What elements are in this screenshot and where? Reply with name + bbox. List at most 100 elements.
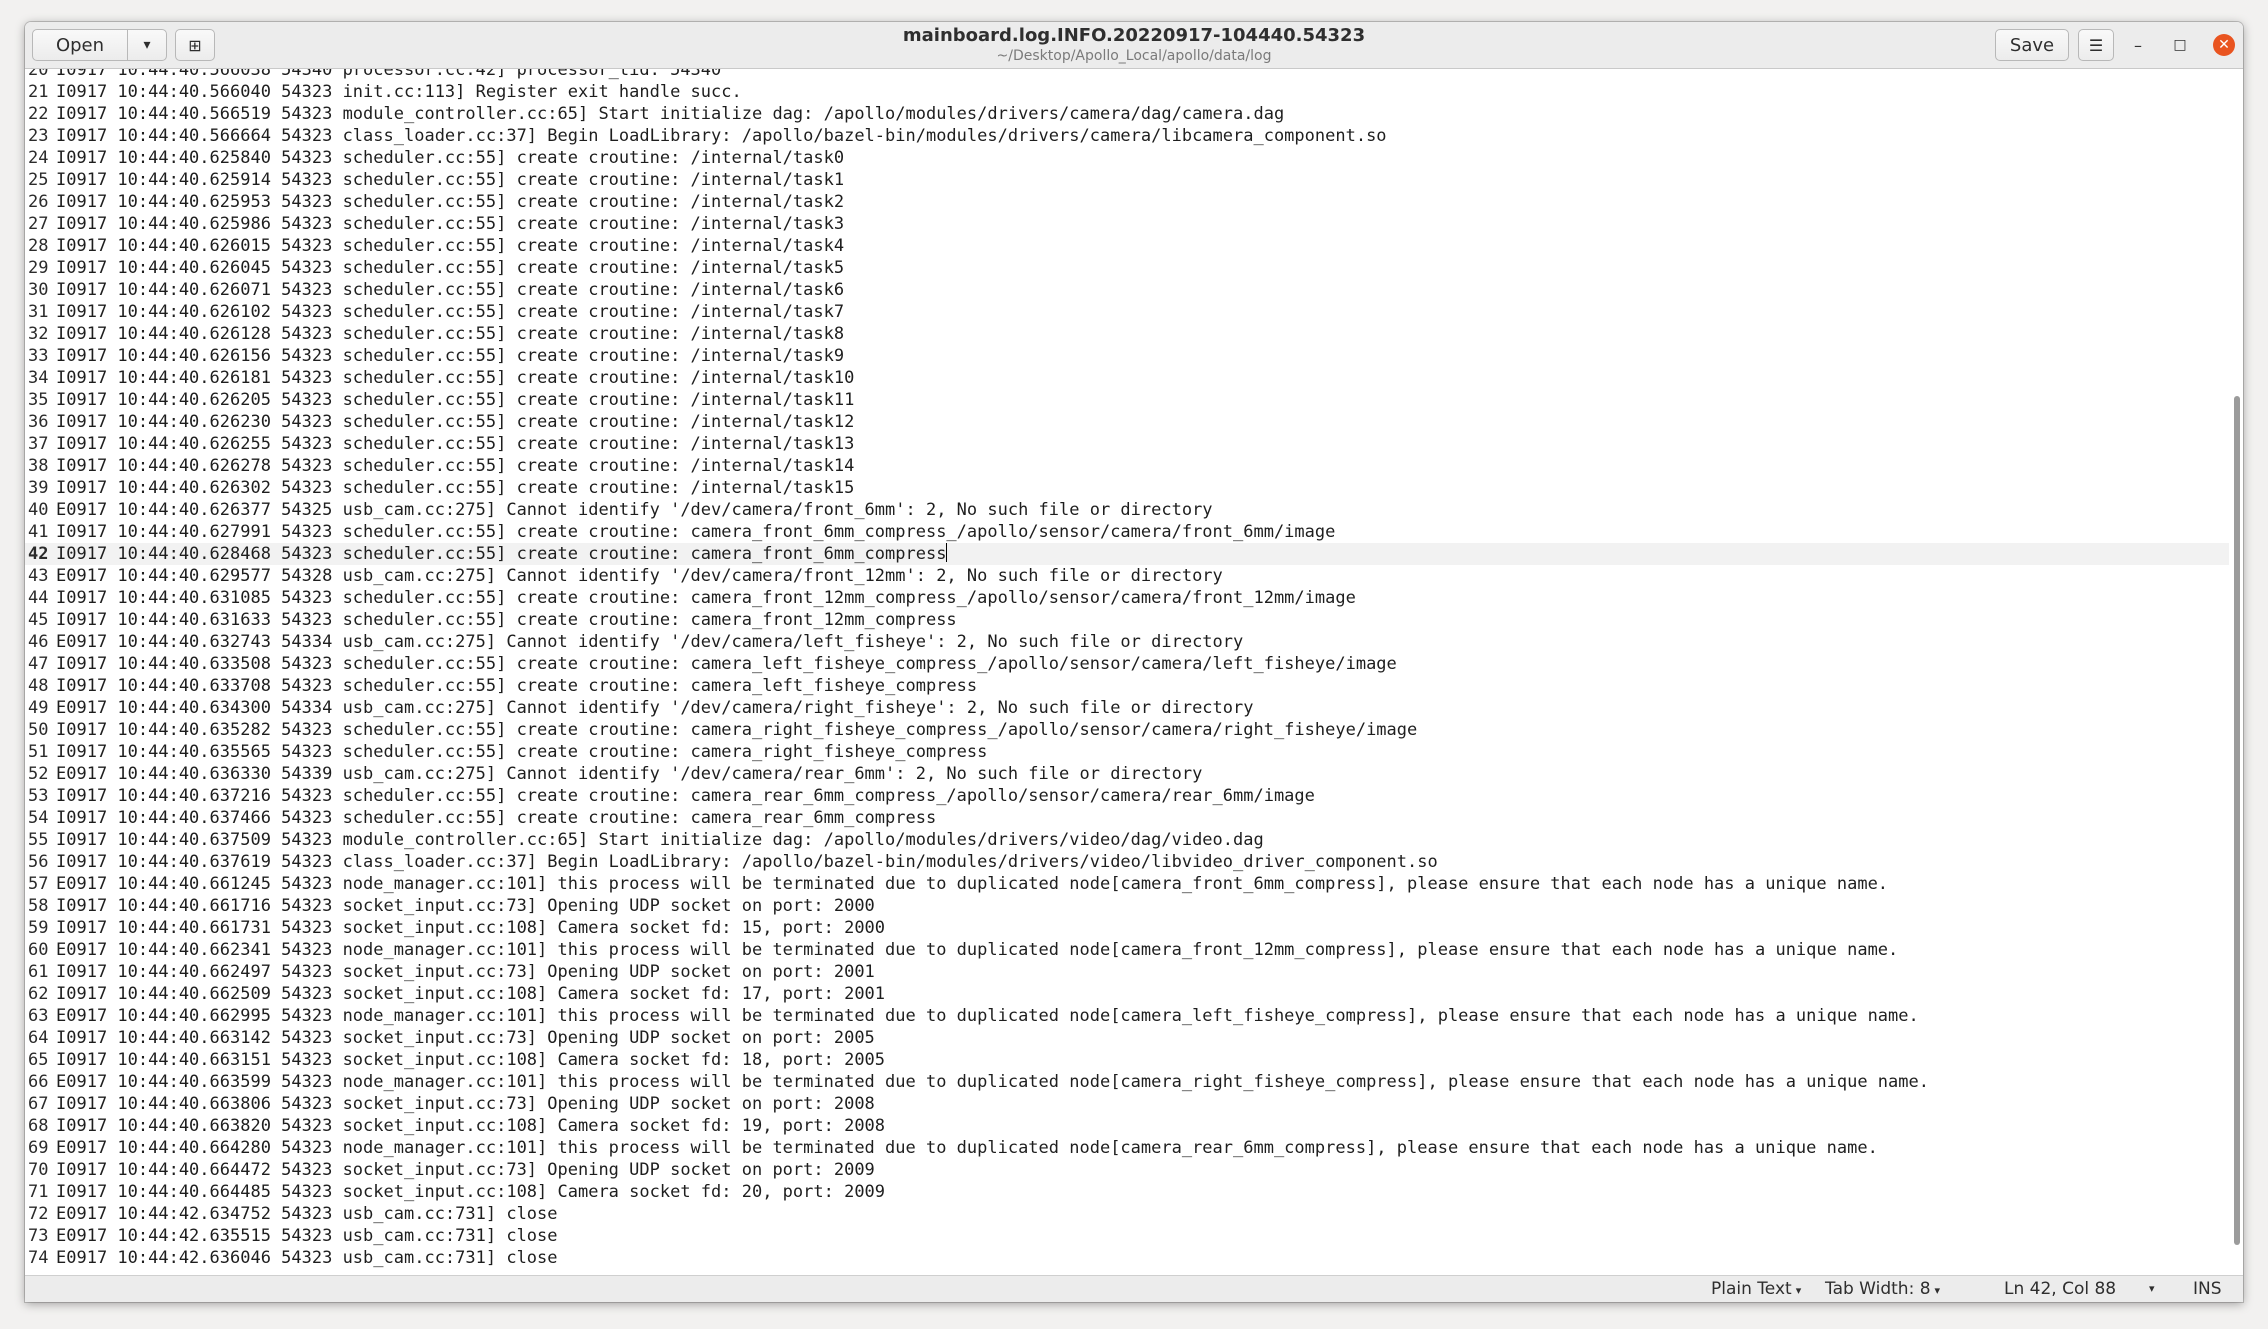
open-button[interactable]: Open: [32, 29, 128, 61]
vertical-scrollbar[interactable]: [2229, 69, 2243, 1275]
line-text[interactable]: I0917 10:44:40.633508 54323 scheduler.cc…: [56, 653, 1397, 675]
editor-line[interactable]: 56 I0917 10:44:40.637619 54323 class_load…: [25, 851, 2229, 873]
line-text[interactable]: I0917 10:44:40.664472 54323 socket_input…: [56, 1159, 875, 1181]
editor-line[interactable]: 68 I0917 10:44:40.663820 54323 socket_inp…: [25, 1115, 2229, 1137]
line-text[interactable]: E0917 10:44:40.634300 54334 usb_cam.cc:2…: [56, 697, 1253, 719]
line-text[interactable]: E0917 10:44:40.629577 54328 usb_cam.cc:2…: [56, 565, 1223, 587]
editor-line[interactable]: 29 I0917 10:44:40.626045 54323 scheduler.…: [25, 257, 2229, 279]
editor-line[interactable]: 42 I0917 10:44:40.628468 54323 scheduler.…: [25, 543, 2229, 565]
editor-line[interactable]: 24 I0917 10:44:40.625840 54323 scheduler.…: [25, 147, 2229, 169]
line-text[interactable]: I0917 10:44:40.663820 54323 socket_input…: [56, 1115, 885, 1137]
line-text[interactable]: I0917 10:44:40.637216 54323 scheduler.cc…: [56, 785, 1315, 807]
editor-line[interactable]: 41 I0917 10:44:40.627991 54323 scheduler.…: [25, 521, 2229, 543]
cursor-position[interactable]: Ln 42, Col 88: [2004, 1278, 2116, 1300]
line-text[interactable]: I0917 10:44:40.637509 54323 module_contr…: [56, 829, 1264, 851]
editor-line[interactable]: 59 I0917 10:44:40.661731 54323 socket_inp…: [25, 917, 2229, 939]
text-editor[interactable]: 20 I0917 10:44:40.566038 54340 processor.…: [25, 69, 2243, 1275]
editor-line[interactable]: 62 I0917 10:44:40.662509 54323 socket_inp…: [25, 983, 2229, 1005]
editor-line[interactable]: 71 I0917 10:44:40.664485 54323 socket_inp…: [25, 1181, 2229, 1203]
editor-line[interactable]: 33 I0917 10:44:40.626156 54323 scheduler.…: [25, 345, 2229, 367]
new-document-button[interactable]: ⊞: [175, 29, 215, 61]
line-text[interactable]: I0917 10:44:40.625953 54323 scheduler.cc…: [56, 191, 844, 213]
line-text[interactable]: I0917 10:44:40.625840 54323 scheduler.cc…: [56, 147, 844, 169]
editor-line[interactable]: 23 I0917 10:44:40.566664 54323 class_load…: [25, 125, 2229, 147]
editor-line[interactable]: 27 I0917 10:44:40.625986 54323 scheduler.…: [25, 213, 2229, 235]
line-text[interactable]: I0917 10:44:40.664485 54323 socket_input…: [56, 1181, 885, 1203]
maximize-button[interactable]: □: [2165, 30, 2195, 60]
line-text[interactable]: I0917 10:44:40.626181 54323 scheduler.cc…: [56, 367, 854, 389]
editor-line[interactable]: 36 I0917 10:44:40.626230 54323 scheduler.…: [25, 411, 2229, 433]
line-text[interactable]: I0917 10:44:40.631633 54323 scheduler.cc…: [56, 609, 957, 631]
editor-line[interactable]: 21 I0917 10:44:40.566040 54323 init.cc:11…: [25, 81, 2229, 103]
line-text[interactable]: I0917 10:44:40.566038 54340 processor.cc…: [56, 69, 721, 81]
editor-line[interactable]: 40 E0917 10:44:40.626377 54325 usb_cam.cc…: [25, 499, 2229, 521]
line-text[interactable]: I0917 10:44:40.635565 54323 scheduler.cc…: [56, 741, 987, 763]
line-text[interactable]: I0917 10:44:40.662509 54323 socket_input…: [56, 983, 885, 1005]
line-text[interactable]: E0917 10:44:40.636330 54339 usb_cam.cc:2…: [56, 763, 1202, 785]
editor-line[interactable]: 70 I0917 10:44:40.664472 54323 socket_inp…: [25, 1159, 2229, 1181]
editor-line[interactable]: 30 I0917 10:44:40.626071 54323 scheduler.…: [25, 279, 2229, 301]
line-text[interactable]: I0917 10:44:40.635282 54323 scheduler.cc…: [56, 719, 1417, 741]
editor-line[interactable]: 64 I0917 10:44:40.663142 54323 socket_inp…: [25, 1027, 2229, 1049]
close-button[interactable]: ✕: [2209, 30, 2239, 60]
line-text[interactable]: I0917 10:44:40.626205 54323 scheduler.cc…: [56, 389, 854, 411]
line-text[interactable]: I0917 10:44:40.626278 54323 scheduler.cc…: [56, 455, 854, 477]
editor-line[interactable]: 66 E0917 10:44:40.663599 54323 node_manag…: [25, 1071, 2229, 1093]
editor-line[interactable]: 65 I0917 10:44:40.663151 54323 socket_inp…: [25, 1049, 2229, 1071]
editor-line[interactable]: 51 I0917 10:44:40.635565 54323 scheduler.…: [25, 741, 2229, 763]
editor-line[interactable]: 52 E0917 10:44:40.636330 54339 usb_cam.cc…: [25, 763, 2229, 785]
line-text[interactable]: I0917 10:44:40.626071 54323 scheduler.cc…: [56, 279, 844, 301]
open-recent-dropdown-button[interactable]: ▾: [127, 29, 167, 61]
editor-line[interactable]: 55 I0917 10:44:40.637509 54323 module_con…: [25, 829, 2229, 851]
line-text[interactable]: E0917 10:44:40.662341 54323 node_manager…: [56, 939, 1898, 961]
editor-line[interactable]: 38 I0917 10:44:40.626278 54323 scheduler.…: [25, 455, 2229, 477]
line-text[interactable]: I0917 10:44:40.626102 54323 scheduler.cc…: [56, 301, 844, 323]
chevron-down-icon[interactable]: ▾: [2149, 1278, 2155, 1300]
line-text[interactable]: I0917 10:44:40.625986 54323 scheduler.cc…: [56, 213, 844, 235]
save-button[interactable]: Save: [1995, 29, 2069, 61]
insert-mode-indicator[interactable]: INS: [2193, 1278, 2222, 1300]
editor-line[interactable]: 72 E0917 10:44:42.634752 54323 usb_cam.cc…: [25, 1203, 2229, 1225]
line-text[interactable]: I0917 10:44:40.631085 54323 scheduler.cc…: [56, 587, 1356, 609]
line-text[interactable]: I0917 10:44:40.626045 54323 scheduler.cc…: [56, 257, 844, 279]
line-text[interactable]: E0917 10:44:40.661245 54323 node_manager…: [56, 873, 1888, 895]
editor-line[interactable]: 67 I0917 10:44:40.663806 54323 socket_inp…: [25, 1093, 2229, 1115]
editor-line[interactable]: 49 E0917 10:44:40.634300 54334 usb_cam.cc…: [25, 697, 2229, 719]
line-text[interactable]: E0917 10:44:40.626377 54325 usb_cam.cc:2…: [56, 499, 1213, 521]
line-text[interactable]: I0917 10:44:40.566040 54323 init.cc:113]…: [56, 81, 742, 103]
editor-line[interactable]: 35 I0917 10:44:40.626205 54323 scheduler.…: [25, 389, 2229, 411]
editor-line[interactable]: 45 I0917 10:44:40.631633 54323 scheduler.…: [25, 609, 2229, 631]
editor-line[interactable]: 26 I0917 10:44:40.625953 54323 scheduler.…: [25, 191, 2229, 213]
line-text[interactable]: I0917 10:44:40.662497 54323 socket_input…: [56, 961, 875, 983]
editor-line[interactable]: 48 I0917 10:44:40.633708 54323 scheduler.…: [25, 675, 2229, 697]
line-text[interactable]: I0917 10:44:40.633708 54323 scheduler.cc…: [56, 675, 977, 697]
editor-line[interactable]: 28 I0917 10:44:40.626015 54323 scheduler.…: [25, 235, 2229, 257]
language-selector[interactable]: Plain Text ▾: [1711, 1278, 1801, 1302]
editor-line[interactable]: 22 I0917 10:44:40.566519 54323 module_con…: [25, 103, 2229, 125]
line-text[interactable]: I0917 10:44:40.663151 54323 socket_input…: [56, 1049, 885, 1071]
line-text[interactable]: I0917 10:44:40.626230 54323 scheduler.cc…: [56, 411, 854, 433]
line-text[interactable]: I0917 10:44:40.661716 54323 socket_input…: [56, 895, 875, 917]
editor-line[interactable]: 60 E0917 10:44:40.662341 54323 node_manag…: [25, 939, 2229, 961]
editor-line[interactable]: 25 I0917 10:44:40.625914 54323 scheduler.…: [25, 169, 2229, 191]
editor-line[interactable]: 58 I0917 10:44:40.661716 54323 socket_inp…: [25, 895, 2229, 917]
editor-line[interactable]: 46 E0917 10:44:40.632743 54334 usb_cam.cc…: [25, 631, 2229, 653]
line-text[interactable]: I0917 10:44:40.663806 54323 socket_input…: [56, 1093, 875, 1115]
editor-line[interactable]: 32 I0917 10:44:40.626128 54323 scheduler.…: [25, 323, 2229, 345]
line-text[interactable]: E0917 10:44:40.664280 54323 node_manager…: [56, 1137, 1878, 1159]
editor-line[interactable]: 44 I0917 10:44:40.631085 54323 scheduler.…: [25, 587, 2229, 609]
editor-line[interactable]: 43 E0917 10:44:40.629577 54328 usb_cam.cc…: [25, 565, 2229, 587]
editor-line[interactable]: 69 E0917 10:44:40.664280 54323 node_manag…: [25, 1137, 2229, 1159]
line-text[interactable]: E0917 10:44:42.636046 54323 usb_cam.cc:7…: [56, 1247, 558, 1269]
line-text[interactable]: I0917 10:44:40.566519 54323 module_contr…: [56, 103, 1284, 125]
line-text[interactable]: I0917 10:44:40.566664 54323 class_loader…: [56, 125, 1387, 147]
editor-lines[interactable]: 20 I0917 10:44:40.566038 54340 processor.…: [25, 69, 2229, 1269]
line-text[interactable]: I0917 10:44:40.663142 54323 socket_input…: [56, 1027, 875, 1049]
editor-line[interactable]: 50 I0917 10:44:40.635282 54323 scheduler.…: [25, 719, 2229, 741]
minimize-button[interactable]: –: [2123, 30, 2153, 60]
editor-line[interactable]: 53 I0917 10:44:40.637216 54323 scheduler.…: [25, 785, 2229, 807]
line-text[interactable]: I0917 10:44:40.626156 54323 scheduler.cc…: [56, 345, 844, 367]
scrollbar-thumb[interactable]: [2234, 396, 2240, 1245]
line-text[interactable]: E0917 10:44:40.663599 54323 node_manager…: [56, 1071, 1929, 1093]
line-text[interactable]: I0917 10:44:40.661731 54323 socket_input…: [56, 917, 885, 939]
